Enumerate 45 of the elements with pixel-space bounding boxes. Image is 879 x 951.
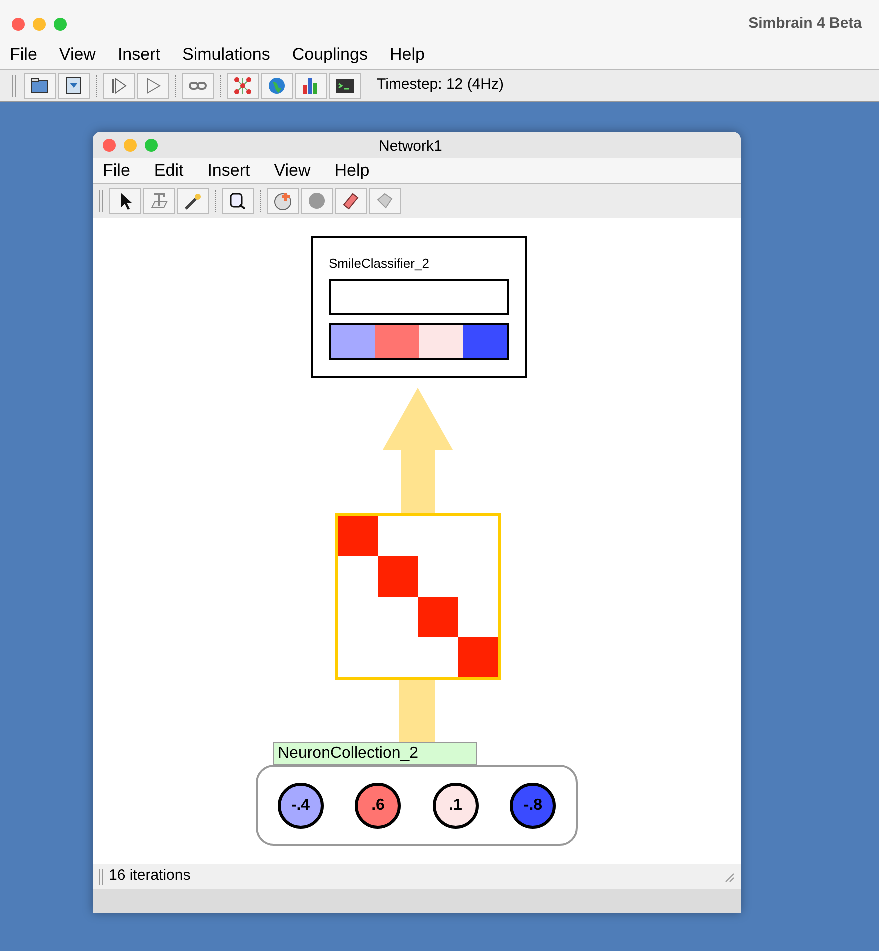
add-neuron-icon [272,190,294,212]
menu-item[interactable]: Insert [208,158,250,184]
neuron[interactable]: .1 [432,782,479,828]
status-text: 16 iterations [109,866,191,886]
bar-chart-icon-button[interactable] [295,72,327,98]
neuron[interactable]: -.4 [278,782,324,828]
window-title: Simbrain 4 Beta [748,14,863,34]
network-icon [232,74,254,96]
menu-item[interactable]: File [10,42,38,68]
open-folder-icon-button[interactable] [24,72,56,98]
network-icon-button[interactable] [227,72,259,98]
menu-item[interactable]: View [274,158,311,184]
arrow-shaft [399,679,435,742]
save-icon-button[interactable] [58,72,90,98]
play-icon-button[interactable] [137,72,169,98]
eraser-icon-button[interactable] [335,188,367,214]
classifier-label: SmileClassifier_2 [329,255,430,273]
neuron[interactable]: -.8 [510,782,556,828]
close-icon[interactable] [12,18,25,30]
wand-icon-button[interactable] [177,188,209,214]
menu-item[interactable]: Edit [154,158,184,184]
neuron-group[interactable]: -.4 .6 .1 -.8 [256,765,578,846]
timestep-label: Timestep: 12 (4Hz) [377,75,504,96]
menu-item[interactable]: Insert [118,42,160,68]
menu-item[interactable]: Help [334,158,370,184]
weight-matrix-drawing[interactable] [335,513,501,680]
pointer-icon-button[interactable] [109,188,141,214]
window-title: Network1 [379,137,442,157]
globe-icon-button[interactable] [261,72,293,98]
neuron[interactable]: .6 [355,782,402,828]
resize-grip-icon[interactable] [723,870,735,882]
maximize-icon[interactable] [54,18,67,30]
zoom-icon-button[interactable] [222,188,254,214]
menu-item[interactable]: Couplings [292,42,368,68]
terminal-icon-button[interactable] [329,72,361,98]
collection-label: NeuronCollection_2 [273,742,477,765]
circle-icon [306,190,328,212]
menu-item[interactable]: Simulations [182,42,270,68]
menu-item[interactable]: View [59,42,96,68]
menu-item[interactable]: File [103,158,130,184]
menu-item[interactable]: Help [390,42,425,68]
step-icon-button[interactable] [103,72,135,98]
link-icon-button[interactable] [182,72,214,98]
close-icon[interactable] [103,138,116,152]
add-neuron-icon-button[interactable] [267,188,299,214]
